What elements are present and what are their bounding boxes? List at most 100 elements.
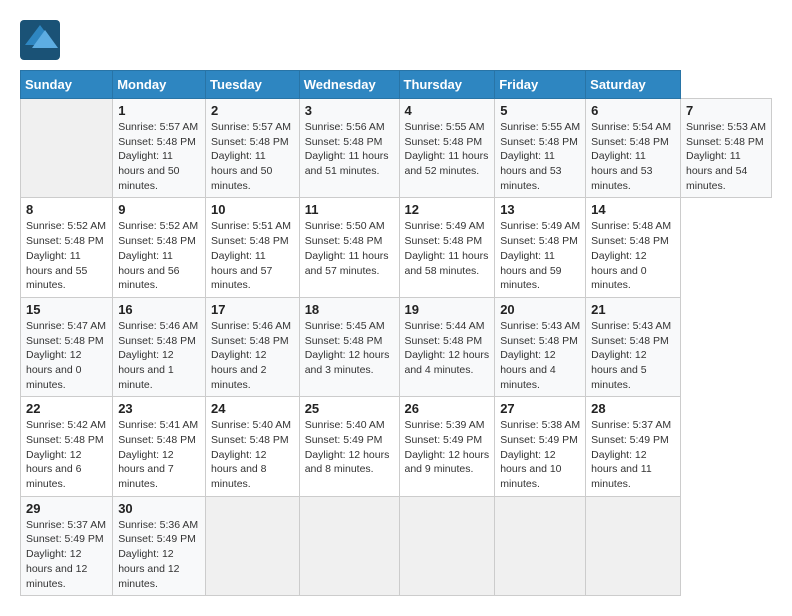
day-number: 28 bbox=[591, 401, 675, 416]
day-number: 29 bbox=[26, 501, 107, 516]
day-header-tuesday: Tuesday bbox=[206, 71, 300, 99]
day-number: 24 bbox=[211, 401, 294, 416]
day-detail: Sunrise: 5:40 AM Sunset: 5:49 PM Dayligh… bbox=[305, 418, 394, 477]
day-detail: Sunrise: 5:37 AM Sunset: 5:49 PM Dayligh… bbox=[26, 518, 107, 591]
day-header-friday: Friday bbox=[495, 71, 586, 99]
day-header-thursday: Thursday bbox=[399, 71, 495, 99]
calendar-cell: 8 Sunrise: 5:52 AM Sunset: 5:48 PM Dayli… bbox=[21, 198, 113, 297]
day-number: 13 bbox=[500, 202, 580, 217]
day-detail: Sunrise: 5:57 AM Sunset: 5:48 PM Dayligh… bbox=[118, 120, 200, 193]
day-number: 10 bbox=[211, 202, 294, 217]
calendar-cell: 5 Sunrise: 5:55 AM Sunset: 5:48 PM Dayli… bbox=[495, 99, 586, 198]
day-detail: Sunrise: 5:44 AM Sunset: 5:48 PM Dayligh… bbox=[405, 319, 490, 378]
calendar-cell: 3 Sunrise: 5:56 AM Sunset: 5:48 PM Dayli… bbox=[299, 99, 399, 198]
day-detail: Sunrise: 5:56 AM Sunset: 5:48 PM Dayligh… bbox=[305, 120, 394, 179]
day-number: 5 bbox=[500, 103, 580, 118]
day-header-saturday: Saturday bbox=[586, 71, 681, 99]
day-number: 20 bbox=[500, 302, 580, 317]
day-number: 15 bbox=[26, 302, 107, 317]
calendar-cell: 7 Sunrise: 5:53 AM Sunset: 5:48 PM Dayli… bbox=[680, 99, 771, 198]
day-number: 19 bbox=[405, 302, 490, 317]
day-detail: Sunrise: 5:41 AM Sunset: 5:48 PM Dayligh… bbox=[118, 418, 200, 491]
calendar-cell: 24 Sunrise: 5:40 AM Sunset: 5:48 PM Dayl… bbox=[206, 397, 300, 496]
calendar-cell: 30 Sunrise: 5:36 AM Sunset: 5:49 PM Dayl… bbox=[113, 496, 206, 595]
calendar-cell: 22 Sunrise: 5:42 AM Sunset: 5:48 PM Dayl… bbox=[21, 397, 113, 496]
day-number: 11 bbox=[305, 202, 394, 217]
calendar-cell bbox=[21, 99, 113, 198]
day-detail: Sunrise: 5:42 AM Sunset: 5:48 PM Dayligh… bbox=[26, 418, 107, 491]
day-detail: Sunrise: 5:46 AM Sunset: 5:48 PM Dayligh… bbox=[211, 319, 294, 392]
calendar-cell: 18 Sunrise: 5:45 AM Sunset: 5:48 PM Dayl… bbox=[299, 297, 399, 396]
day-detail: Sunrise: 5:46 AM Sunset: 5:48 PM Dayligh… bbox=[118, 319, 200, 392]
day-number: 4 bbox=[405, 103, 490, 118]
day-number: 9 bbox=[118, 202, 200, 217]
day-number: 12 bbox=[405, 202, 490, 217]
day-number: 30 bbox=[118, 501, 200, 516]
day-detail: Sunrise: 5:49 AM Sunset: 5:48 PM Dayligh… bbox=[405, 219, 490, 278]
calendar-cell bbox=[206, 496, 300, 595]
logo-icon bbox=[20, 20, 60, 60]
calendar-cell: 13 Sunrise: 5:49 AM Sunset: 5:48 PM Dayl… bbox=[495, 198, 586, 297]
day-number: 25 bbox=[305, 401, 394, 416]
day-number: 18 bbox=[305, 302, 394, 317]
calendar-cell: 19 Sunrise: 5:44 AM Sunset: 5:48 PM Dayl… bbox=[399, 297, 495, 396]
day-detail: Sunrise: 5:55 AM Sunset: 5:48 PM Dayligh… bbox=[405, 120, 490, 179]
day-detail: Sunrise: 5:48 AM Sunset: 5:48 PM Dayligh… bbox=[591, 219, 675, 292]
day-number: 14 bbox=[591, 202, 675, 217]
day-detail: Sunrise: 5:52 AM Sunset: 5:48 PM Dayligh… bbox=[26, 219, 107, 292]
day-number: 27 bbox=[500, 401, 580, 416]
calendar-cell: 28 Sunrise: 5:37 AM Sunset: 5:49 PM Dayl… bbox=[586, 397, 681, 496]
day-detail: Sunrise: 5:53 AM Sunset: 5:48 PM Dayligh… bbox=[686, 120, 766, 193]
calendar-cell: 16 Sunrise: 5:46 AM Sunset: 5:48 PM Dayl… bbox=[113, 297, 206, 396]
day-detail: Sunrise: 5:57 AM Sunset: 5:48 PM Dayligh… bbox=[211, 120, 294, 193]
day-detail: Sunrise: 5:49 AM Sunset: 5:48 PM Dayligh… bbox=[500, 219, 580, 292]
calendar-cell: 25 Sunrise: 5:40 AM Sunset: 5:49 PM Dayl… bbox=[299, 397, 399, 496]
day-header-wednesday: Wednesday bbox=[299, 71, 399, 99]
calendar-cell: 20 Sunrise: 5:43 AM Sunset: 5:48 PM Dayl… bbox=[495, 297, 586, 396]
day-number: 17 bbox=[211, 302, 294, 317]
calendar-cell: 17 Sunrise: 5:46 AM Sunset: 5:48 PM Dayl… bbox=[206, 297, 300, 396]
calendar-table: SundayMondayTuesdayWednesdayThursdayFrid… bbox=[20, 70, 772, 596]
day-detail: Sunrise: 5:50 AM Sunset: 5:48 PM Dayligh… bbox=[305, 219, 394, 278]
day-detail: Sunrise: 5:51 AM Sunset: 5:48 PM Dayligh… bbox=[211, 219, 294, 292]
day-detail: Sunrise: 5:38 AM Sunset: 5:49 PM Dayligh… bbox=[500, 418, 580, 491]
calendar-cell bbox=[299, 496, 399, 595]
calendar-cell: 14 Sunrise: 5:48 AM Sunset: 5:48 PM Dayl… bbox=[586, 198, 681, 297]
day-detail: Sunrise: 5:43 AM Sunset: 5:48 PM Dayligh… bbox=[500, 319, 580, 392]
logo bbox=[20, 20, 64, 60]
day-detail: Sunrise: 5:36 AM Sunset: 5:49 PM Dayligh… bbox=[118, 518, 200, 591]
calendar-cell: 10 Sunrise: 5:51 AM Sunset: 5:48 PM Dayl… bbox=[206, 198, 300, 297]
day-detail: Sunrise: 5:43 AM Sunset: 5:48 PM Dayligh… bbox=[591, 319, 675, 392]
calendar-cell: 9 Sunrise: 5:52 AM Sunset: 5:48 PM Dayli… bbox=[113, 198, 206, 297]
day-header-monday: Monday bbox=[113, 71, 206, 99]
calendar-cell: 4 Sunrise: 5:55 AM Sunset: 5:48 PM Dayli… bbox=[399, 99, 495, 198]
day-number: 16 bbox=[118, 302, 200, 317]
day-detail: Sunrise: 5:39 AM Sunset: 5:49 PM Dayligh… bbox=[405, 418, 490, 477]
day-number: 7 bbox=[686, 103, 766, 118]
day-detail: Sunrise: 5:45 AM Sunset: 5:48 PM Dayligh… bbox=[305, 319, 394, 378]
day-detail: Sunrise: 5:47 AM Sunset: 5:48 PM Dayligh… bbox=[26, 319, 107, 392]
day-number: 1 bbox=[118, 103, 200, 118]
day-number: 26 bbox=[405, 401, 490, 416]
day-number: 23 bbox=[118, 401, 200, 416]
calendar-cell bbox=[399, 496, 495, 595]
calendar-cell: 2 Sunrise: 5:57 AM Sunset: 5:48 PM Dayli… bbox=[206, 99, 300, 198]
calendar-cell: 15 Sunrise: 5:47 AM Sunset: 5:48 PM Dayl… bbox=[21, 297, 113, 396]
calendar-cell: 21 Sunrise: 5:43 AM Sunset: 5:48 PM Dayl… bbox=[586, 297, 681, 396]
calendar-cell: 11 Sunrise: 5:50 AM Sunset: 5:48 PM Dayl… bbox=[299, 198, 399, 297]
day-number: 21 bbox=[591, 302, 675, 317]
calendar-cell: 26 Sunrise: 5:39 AM Sunset: 5:49 PM Dayl… bbox=[399, 397, 495, 496]
day-detail: Sunrise: 5:54 AM Sunset: 5:48 PM Dayligh… bbox=[591, 120, 675, 193]
calendar-cell: 1 Sunrise: 5:57 AM Sunset: 5:48 PM Dayli… bbox=[113, 99, 206, 198]
day-number: 2 bbox=[211, 103, 294, 118]
calendar-cell: 12 Sunrise: 5:49 AM Sunset: 5:48 PM Dayl… bbox=[399, 198, 495, 297]
page-header bbox=[20, 20, 772, 60]
day-number: 22 bbox=[26, 401, 107, 416]
day-detail: Sunrise: 5:52 AM Sunset: 5:48 PM Dayligh… bbox=[118, 219, 200, 292]
calendar-cell bbox=[495, 496, 586, 595]
calendar-cell: 27 Sunrise: 5:38 AM Sunset: 5:49 PM Dayl… bbox=[495, 397, 586, 496]
day-header-sunday: Sunday bbox=[21, 71, 113, 99]
day-detail: Sunrise: 5:40 AM Sunset: 5:48 PM Dayligh… bbox=[211, 418, 294, 491]
day-number: 3 bbox=[305, 103, 394, 118]
calendar-cell bbox=[586, 496, 681, 595]
